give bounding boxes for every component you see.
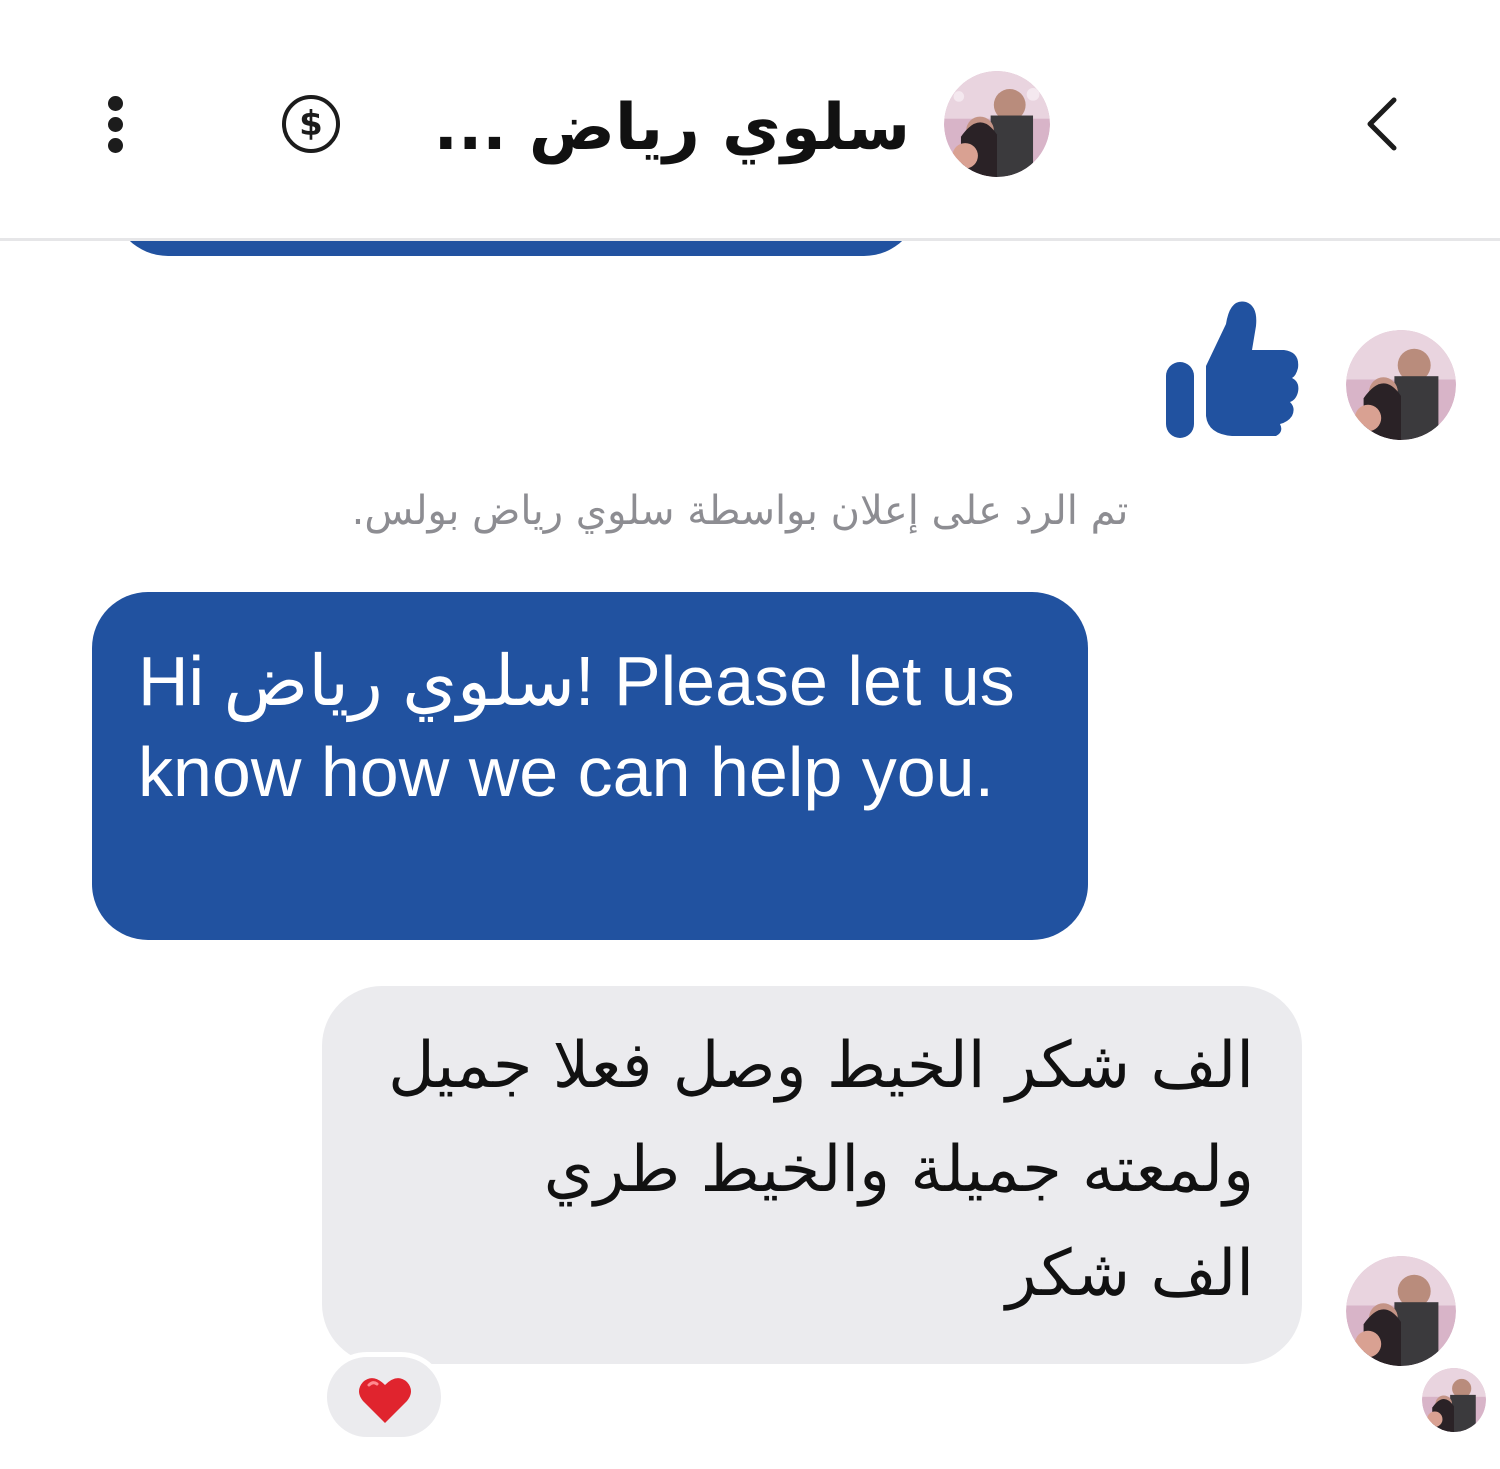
ad-reply-note: تم الرد على إعلان بواسطة سلوي رياض بولس. [351, 488, 1129, 534]
conversation-header: $ سلوي رياض ... [0, 0, 1500, 241]
more-options-icon[interactable] [96, 92, 136, 156]
sender-avatar[interactable] [1346, 330, 1456, 440]
messenger-conversation-screen: $ سلوي رياض ... تم الرد على إعلان بواسطة… [0, 0, 1500, 1469]
heart-icon [359, 1378, 411, 1423]
outgoing-message-bubble[interactable]: Hi سلوي رياض! Please let us know how we … [92, 592, 1088, 940]
thumbs-up-icon[interactable] [1160, 296, 1304, 442]
chevron-left-icon[interactable] [1354, 92, 1410, 156]
contact-avatar[interactable] [944, 71, 1050, 177]
message-reaction[interactable] [322, 1352, 446, 1442]
dollar-circle-icon[interactable]: $ [282, 95, 340, 153]
message-line: ولمعته جميلة والخيط طري [543, 1133, 1254, 1207]
outgoing-message-text: Hi سلوي رياض! Please let us know how we … [138, 642, 1015, 811]
message-line: الف شكر الخيط وصل فعلا جميل [388, 1029, 1254, 1103]
seen-receipt-avatar [1422, 1368, 1486, 1432]
incoming-message-bubble[interactable]: الف شكر الخيط وصل فعلا جميل ولمعته جميلة… [322, 986, 1302, 1364]
message-line: الف شكر [1005, 1237, 1254, 1311]
sender-avatar[interactable] [1346, 1256, 1456, 1366]
contact-name[interactable]: سلوي رياض ... [434, 78, 910, 178]
